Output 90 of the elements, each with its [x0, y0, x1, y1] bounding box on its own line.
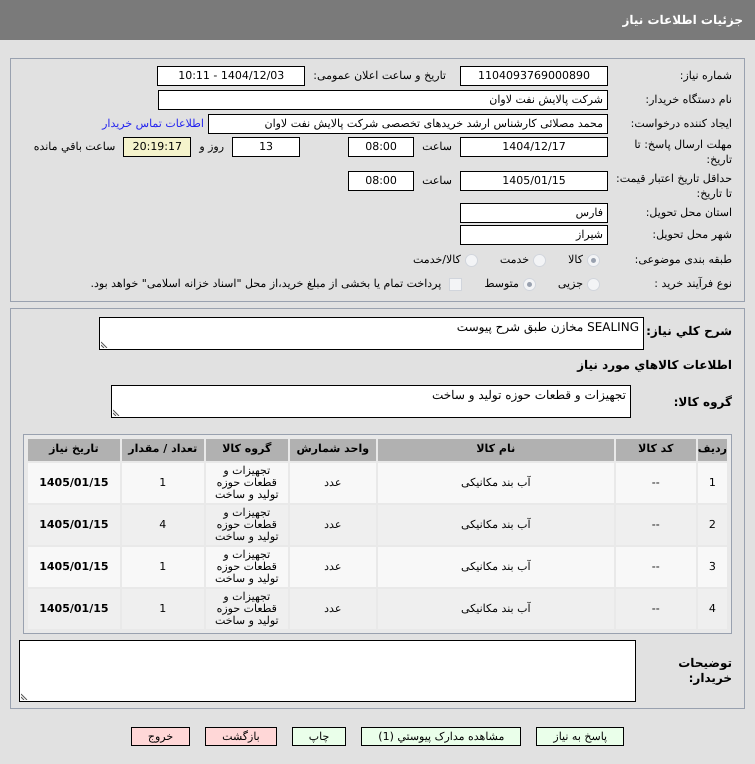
table-cell: 4 — [122, 504, 204, 544]
table-cell: آب بند مکانیکی — [378, 504, 614, 544]
radio-button[interactable] — [533, 254, 546, 266]
table-cell: عدد — [290, 588, 376, 628]
input-field[interactable]: 08:00 — [348, 137, 414, 157]
table-cell: 1405/01/15 — [28, 546, 120, 586]
table-cell: 2 — [698, 504, 727, 544]
table-cell: 1 — [122, 546, 204, 586]
radio-label: جزیی — [558, 276, 583, 292]
table-cell: -- — [616, 504, 696, 544]
field-label: گروه کالا: — [674, 394, 732, 408]
table-cell: 1 — [122, 462, 204, 502]
table-cell: تجهیزات و قطعات حوزه تولید و ساخت — [206, 588, 288, 628]
payment-note: پرداخت تمام یا بخشی از مبلغ خرید،از محل "اسناد خزانه اسلامی" خواهد بود. — [90, 276, 442, 292]
table-cell: 1 — [122, 588, 204, 628]
field-label: حداقل تاریخ اعتبار قیمت: تا تاریخ: — [616, 172, 732, 200]
table-cell: آب بند مکانیکی — [378, 546, 614, 586]
input-field[interactable]: 08:00 — [348, 171, 414, 191]
action-button[interactable]: چاپ — [292, 726, 346, 746]
radio-label: کالا — [568, 252, 583, 268]
table-cell: عدد — [290, 462, 376, 502]
table-cell: -- — [616, 588, 696, 628]
input-field[interactable]: شرکت پالایش نفت لاوان — [158, 90, 608, 110]
resize-grip-icon — [113, 408, 121, 416]
field-label: شهر محل تحویل: — [652, 228, 732, 241]
table-cell: 3 — [698, 546, 727, 586]
radio-button[interactable] — [522, 278, 536, 290]
input-field[interactable]: 1104093769000890 — [460, 66, 608, 86]
field-label: ساعت — [422, 172, 452, 189]
field-label: تاریخ و ساعت اعلان عمومی: — [313, 68, 446, 84]
table-cell: آب بند مکانیکی — [378, 588, 614, 628]
text-area[interactable]: SEALING مخازن طبق شرح پیوست — [99, 317, 644, 350]
radio-button[interactable] — [464, 254, 478, 266]
column-header: رديف — [698, 438, 727, 460]
column-header: تعداد / مقدار — [122, 438, 204, 460]
input-field[interactable]: 1404/12/03 - 10:11 — [157, 66, 306, 86]
field-label: مهلت ارسال پاسخ: تا تاریخ: — [634, 138, 732, 166]
field-label: ایجاد کننده درخواست: — [630, 116, 732, 130]
table-cell: 1405/01/15 — [28, 588, 120, 628]
field-label: نوع فرآیند خرید : — [654, 276, 732, 290]
field-label: ساعت — [422, 138, 452, 155]
text-area[interactable] — [19, 640, 636, 702]
table-cell: -- — [616, 462, 696, 502]
column-header: تاریخ نیاز — [28, 438, 120, 460]
table-cell: تجهیزات و قطعات حوزه تولید و ساخت — [206, 546, 288, 586]
input-field[interactable]: 1405/01/15 — [460, 171, 608, 191]
radio-button[interactable] — [587, 278, 600, 290]
input-field[interactable]: محمد مصلائی کارشناس ارشد خریدهای تخصصی شرکت پالایش نفت لاوان — [208, 114, 608, 134]
radio-label: متوسط — [484, 276, 519, 292]
column-header: کد کالا — [616, 438, 696, 460]
action-button[interactable]: مشاهده مدارک پیوستي (1) — [361, 726, 522, 746]
field-label: شرح کلي نياز: — [646, 324, 732, 338]
action-button[interactable]: بازگشت — [205, 726, 277, 746]
input-field[interactable]: شیراز — [460, 225, 608, 245]
field-label: ساعت باقي مانده — [34, 138, 116, 155]
radio-button[interactable] — [587, 254, 600, 266]
table-cell: تجهیزات و قطعات حوزه تولید و ساخت — [206, 504, 288, 544]
table-cell: 1405/01/15 — [28, 462, 120, 502]
column-header: نام کالا — [378, 438, 614, 460]
resize-grip-icon — [101, 340, 109, 348]
text-area[interactable]: تجهیزات و قطعات حوزه تولید و ساخت — [111, 384, 631, 418]
resize-grip-icon — [21, 692, 29, 700]
input-field[interactable]: 13 — [232, 137, 300, 157]
action-button[interactable]: خروج — [130, 726, 190, 746]
checkbox[interactable] — [449, 278, 462, 290]
section-heading: اطلاعات کالاهاي مورد نياز — [577, 358, 732, 372]
input-field[interactable]: فارس — [460, 203, 608, 223]
field-label: استان محل تحویل: — [646, 206, 732, 219]
radio-label: خدمت — [500, 252, 530, 268]
field-label: توضیحات خریدار: — [678, 656, 732, 684]
field-label: نام دستگاه خریدار: — [645, 92, 732, 106]
action-button[interactable]: پاسخ به نیاز — [536, 726, 624, 746]
column-header: گروه کالا — [206, 438, 288, 460]
column-header: واحد شمارش — [290, 438, 376, 460]
table-cell: تجهیزات و قطعات حوزه تولید و ساخت — [206, 462, 288, 502]
table-cell: آب بند مکانیکی — [378, 462, 614, 502]
table-cell: عدد — [290, 504, 376, 544]
field-label: طبقه بندی موضوعی: — [634, 252, 732, 266]
input-field[interactable]: 1404/12/17 — [460, 137, 608, 157]
page-title: جزئیات اطلاعات نیاز — [622, 12, 743, 29]
table-cell: 4 — [698, 588, 727, 628]
table-cell: -- — [616, 546, 696, 586]
remaining-time[interactable]: 20:19:17 — [123, 137, 192, 157]
table-cell: 1405/01/15 — [28, 504, 120, 544]
table-cell: عدد — [290, 546, 376, 586]
field-label: روز و — [199, 138, 224, 155]
table-cell: 1 — [698, 462, 727, 502]
contact-link[interactable]: اطلاعات تماس خریدار — [102, 116, 204, 132]
radio-label: کالا/خدمت — [413, 252, 461, 268]
field-label: شماره نیاز: — [680, 68, 732, 82]
